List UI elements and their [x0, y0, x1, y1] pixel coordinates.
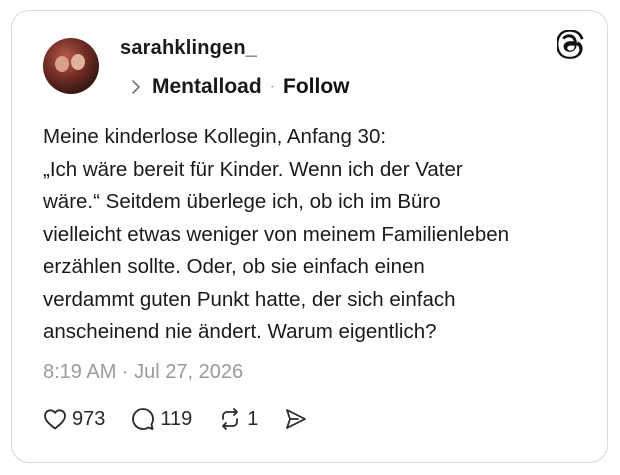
post-card: sarahklingen_ Mentalload · Follow Meine …: [11, 10, 608, 463]
follow-button[interactable]: Follow: [283, 75, 350, 99]
community-link[interactable]: Mentalload: [152, 75, 262, 99]
avatar-face: [55, 56, 69, 72]
reply-button[interactable]: 119: [131, 407, 192, 431]
repost-count: 1: [247, 407, 259, 430]
repost-icon: [218, 407, 242, 431]
chevron-right-icon: [129, 77, 143, 97]
share-button[interactable]: [284, 407, 308, 431]
avatar-face: [71, 54, 85, 70]
comment-icon: [131, 407, 155, 431]
heart-icon: [43, 408, 67, 430]
repost-button[interactable]: 1: [218, 407, 258, 431]
avatar[interactable]: [43, 38, 99, 94]
threads-logo-icon[interactable]: [555, 29, 585, 60]
send-icon: [284, 407, 308, 431]
post-subline: Mentalload · Follow: [129, 75, 350, 99]
timestamp[interactable]: 8:19 AM · Jul 27, 2026: [43, 361, 243, 384]
like-button[interactable]: 973: [43, 408, 105, 431]
like-count: 973: [72, 407, 106, 430]
post-text: Meine kinderlose Kollegin, Anfang 30: „I…: [43, 125, 510, 343]
username[interactable]: sarahklingen_: [120, 37, 257, 60]
reply-count: 119: [160, 407, 193, 430]
separator-dot: ·: [269, 78, 276, 95]
action-bar: 973 119 1: [43, 407, 334, 431]
